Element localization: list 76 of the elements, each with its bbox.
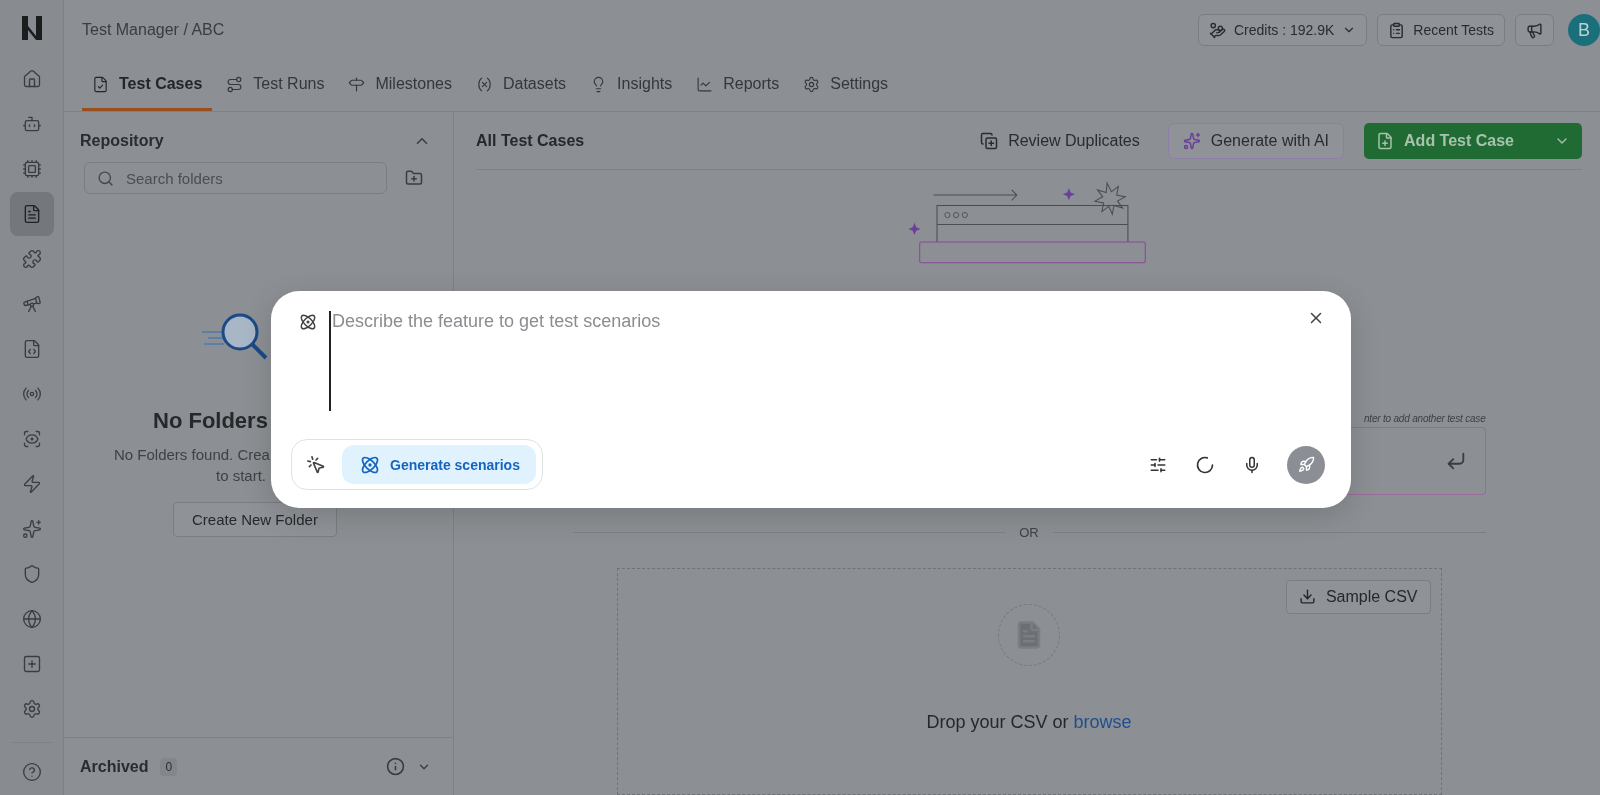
tab[interactable]: Milestones bbox=[338, 60, 462, 111]
megaphone-icon bbox=[1526, 21, 1543, 39]
archived-count: 0 bbox=[160, 757, 178, 776]
settings-sliders-button[interactable] bbox=[1149, 455, 1167, 474]
csv-drop-zone[interactable]: Sample CSV Drop your CSV or browse bbox=[616, 567, 1442, 795]
tab[interactable]: Insights bbox=[580, 60, 683, 111]
empty-description: No Folders found. Crea bbox=[114, 446, 270, 463]
scan-eye-icon bbox=[21, 429, 42, 449]
prompt-dialog[interactable]: Describe the feature to get test scenarios Generate scenarios bbox=[271, 291, 1351, 508]
announcements-button[interactable] bbox=[1515, 14, 1554, 46]
logo-icon bbox=[19, 14, 44, 42]
lightning-icon bbox=[21, 474, 42, 494]
variable-icon bbox=[475, 75, 493, 93]
nav-rail-button[interactable] bbox=[9, 192, 54, 236]
tab[interactable]: Settings bbox=[793, 60, 899, 111]
tab[interactable]: Test Runs bbox=[216, 60, 335, 111]
user-avatar[interactable]: B bbox=[1568, 14, 1600, 46]
download-icon bbox=[1298, 588, 1316, 606]
coins-icon bbox=[1208, 21, 1226, 39]
content-title: All Test Cases bbox=[476, 131, 586, 150]
microphone-icon bbox=[1243, 455, 1261, 474]
pointer-click-icon bbox=[306, 454, 326, 475]
search-input[interactable]: Search folders bbox=[124, 168, 374, 188]
robot-icon bbox=[21, 114, 42, 134]
tab[interactable]: Test Cases bbox=[82, 60, 213, 111]
review-duplicates-button[interactable]: Review Duplicates bbox=[974, 130, 1146, 151]
help-icon bbox=[21, 762, 42, 782]
home-icon bbox=[21, 69, 42, 89]
add-test-case-button[interactable]: Add Test Case bbox=[1364, 122, 1582, 159]
sample-csv-button[interactable]: Sample CSV bbox=[1285, 579, 1431, 614]
sparkles-icon bbox=[1182, 131, 1201, 150]
settings-icon bbox=[803, 75, 821, 93]
breadcrumb: Test Manager / ABC bbox=[82, 21, 226, 39]
rocket-icon bbox=[1297, 456, 1315, 473]
credits-button[interactable]: Credits : 192.9K bbox=[1197, 14, 1368, 46]
settings-icon bbox=[21, 699, 42, 719]
signpost-icon bbox=[348, 75, 366, 93]
plus-square-icon bbox=[21, 654, 42, 674]
telescope-icon bbox=[21, 294, 42, 314]
tab[interactable]: Reports bbox=[686, 60, 790, 111]
folder-plus-icon bbox=[405, 169, 423, 187]
browse-link[interactable]: browse bbox=[1073, 711, 1132, 732]
globe-icon bbox=[21, 609, 42, 629]
new-folder-button[interactable] bbox=[405, 169, 423, 187]
drop-instructions: Drop your CSV or browse bbox=[926, 711, 1132, 733]
generate-ai-button[interactable]: Generate with AI bbox=[1167, 122, 1345, 159]
empty-description: to start. bbox=[216, 467, 267, 484]
generate-scenarios-button[interactable]: Generate scenarios bbox=[342, 445, 536, 484]
divider-label: OR bbox=[1019, 524, 1039, 540]
sparkles-icon bbox=[21, 519, 42, 539]
atom-icon bbox=[360, 454, 380, 475]
puzzle-icon bbox=[21, 249, 42, 269]
empty-title: No Folders bbox=[153, 408, 268, 434]
chip-icon bbox=[21, 159, 42, 179]
info-icon bbox=[386, 757, 405, 776]
clipboard-icon bbox=[1388, 21, 1406, 39]
atom-icon bbox=[299, 313, 317, 331]
recent-tests-button[interactable]: Recent Tests bbox=[1377, 14, 1505, 46]
spinner-icon bbox=[1195, 454, 1215, 475]
search-icon bbox=[97, 169, 114, 187]
search-field[interactable]: Search folders bbox=[84, 162, 387, 194]
route-icon bbox=[226, 75, 244, 93]
hint-text: nter to add another test case bbox=[1364, 412, 1486, 424]
microphone-button[interactable] bbox=[1243, 455, 1261, 474]
sliders-icon bbox=[1149, 455, 1167, 474]
tab[interactable]: Datasets bbox=[465, 60, 577, 111]
archived-label: Archived bbox=[80, 757, 149, 776]
file-plus-icon bbox=[1376, 131, 1395, 150]
panel-title: Repository bbox=[80, 132, 164, 150]
create-folder-button[interactable]: Create New Folder bbox=[173, 502, 337, 537]
info-button[interactable] bbox=[386, 757, 405, 776]
copy-plus-icon bbox=[980, 131, 999, 150]
select-mode-button[interactable] bbox=[306, 454, 326, 475]
file-check-icon bbox=[92, 75, 109, 93]
line-chart-icon bbox=[696, 75, 714, 93]
send-button[interactable] bbox=[1287, 445, 1325, 484]
